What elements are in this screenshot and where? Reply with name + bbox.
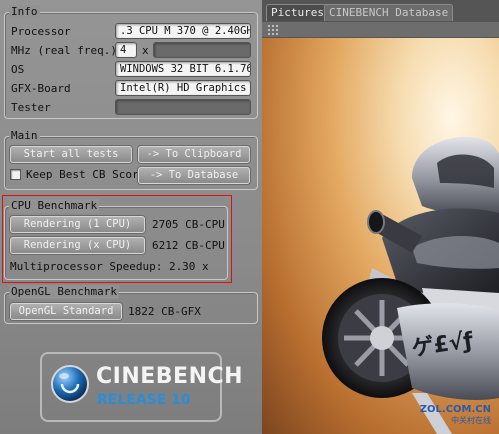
zol-watermark: ZOL.COM.CN 中关村在线 — [420, 404, 491, 426]
mhz-label: MHz (real freq.) — [11, 44, 117, 57]
main-legend: Main — [9, 129, 40, 143]
mhz-field[interactable]: 4 — [115, 42, 137, 58]
motorcycle-render-image: ゲ£√ƒ — [322, 137, 499, 434]
cinebench-logo: CINEBENCH RELEASE 10 — [40, 352, 243, 422]
tester-field[interactable] — [115, 99, 251, 115]
gfx-label: GFX-Board — [11, 82, 71, 95]
picture-toolbar — [262, 22, 499, 38]
mhz-row: MHz (real freq.) 4 x — [11, 42, 251, 59]
cpu-legend: CPU Benchmark — [9, 199, 100, 213]
gfx-field[interactable]: Intel(R) HD Graphics — [115, 80, 251, 96]
to-database-button[interactable]: -> To Database — [138, 167, 250, 184]
grid-icon[interactable] — [268, 25, 278, 35]
processor-label: Processor — [11, 25, 71, 38]
cpu-benchmark-group: CPU Benchmark Rendering (1 CPU) 2705 CB-… — [4, 199, 228, 280]
info-group: Info Processor .3 CPU M 370 @ 2.40GHz MH… — [4, 5, 258, 119]
rendering-1cpu-score: 2705 CB-CPU — [152, 218, 225, 231]
multiprocessor-speedup: Multiprocessor Speedup: 2.30 x — [10, 260, 209, 273]
rendering-1cpu-button[interactable]: Rendering (1 CPU) — [10, 216, 145, 233]
rendered-scene: ゲ£√ƒ ZOL.COM.CN 中关村在线 — [262, 38, 499, 434]
opengl-score: 1822 CB-GFX — [128, 305, 201, 318]
mhz-extra-field — [153, 42, 251, 58]
cinema4d-sphere-icon — [51, 365, 89, 403]
logo-title: CINEBENCH — [96, 364, 244, 389]
gfx-row: GFX-Board Intel(R) HD Graphics — [11, 80, 251, 97]
left-panel: Info Processor .3 CPU M 370 @ 2.40GHz MH… — [0, 0, 262, 434]
keep-best-checkbox[interactable] — [10, 169, 21, 180]
start-all-tests-button[interactable]: Start all tests — [10, 146, 132, 163]
to-clipboard-button[interactable]: -> To Clipboard — [138, 146, 250, 163]
info-legend: Info — [9, 5, 40, 19]
tab-bar: Pictures CINEBENCH Database — [262, 0, 499, 22]
tester-label: Tester — [11, 101, 51, 114]
os-label: OS — [11, 63, 25, 76]
tester-row: Tester — [11, 99, 251, 116]
tab-pictures[interactable]: Pictures — [266, 4, 329, 21]
main-group: Main Start all tests -> To Clipboard Kee… — [4, 129, 258, 190]
rendering-xcpu-button[interactable]: Rendering (x CPU) — [10, 237, 145, 254]
keep-best-label: Keep Best CB Score — [26, 168, 146, 181]
processor-field[interactable]: .3 CPU M 370 @ 2.40GHz — [115, 23, 251, 39]
watermark-main: ZOL.COM.CN — [419, 404, 491, 415]
watermark-sub: 中关村在线 — [451, 416, 491, 425]
rendering-xcpu-score: 6212 CB-CPU — [152, 239, 225, 252]
opengl-legend: OpenGL Benchmark — [9, 285, 119, 299]
processor-row: Processor .3 CPU M 370 @ 2.40GHz — [11, 23, 251, 40]
logo-subtitle: RELEASE 10 — [97, 392, 191, 408]
opengl-benchmark-group: OpenGL Benchmark OpenGL Standard 1822 CB… — [4, 285, 258, 324]
opengl-standard-button[interactable]: OpenGL Standard — [10, 303, 122, 320]
os-field[interactable]: WINDOWS 32 BIT 6.1.76C — [115, 61, 251, 77]
mhz-multiplier: x — [142, 44, 149, 57]
picture-panel: Pictures CINEBENCH Database ゲ£√ƒ ZOL.COM… — [262, 0, 499, 434]
tab-cinebench-database[interactable]: CINEBENCH Database — [324, 4, 454, 21]
os-row: OS WINDOWS 32 BIT 6.1.76C — [11, 61, 251, 78]
